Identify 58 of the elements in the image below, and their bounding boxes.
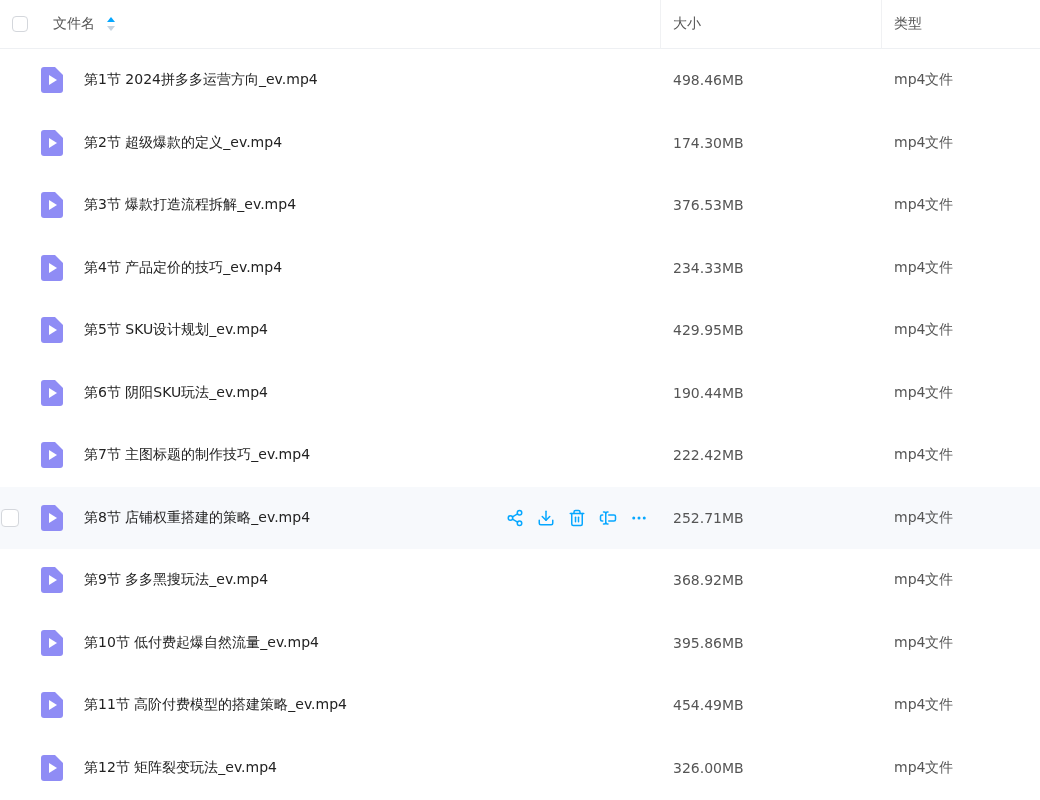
select-all-checkbox[interactable] (12, 16, 28, 32)
file-size: 234.33MB (673, 259, 744, 276)
video-file-icon (41, 67, 63, 94)
file-type: mp4文件 (894, 196, 954, 215)
video-file-icon (41, 754, 63, 781)
file-size: 498.46MB (673, 72, 744, 89)
file-type: mp4文件 (894, 696, 954, 715)
row-checkbox[interactable] (1, 508, 19, 527)
file-type: mp4文件 (894, 446, 954, 465)
file-type: mp4文件 (894, 508, 954, 527)
file-size: 376.53MB (673, 197, 744, 214)
column-header[interactable]: 大小 (673, 15, 701, 33)
file-size: 222.42MB (673, 447, 744, 464)
file-name[interactable]: 第5节 SKU设计规划_ev.mp4 (84, 321, 268, 340)
video-file-icon (41, 192, 63, 219)
video-file-icon (41, 129, 63, 156)
file-size: 174.30MB (673, 134, 744, 151)
file-size: 395.86MB (673, 634, 744, 651)
video-file-icon (41, 504, 63, 531)
file-name[interactable]: 第11节 高阶付费模型的搭建策略_ev.mp4 (84, 696, 347, 715)
file-name[interactable]: 第9节 多多黑搜玩法_ev.mp4 (84, 571, 269, 590)
video-file-icon (41, 442, 63, 469)
file-name[interactable]: 第10节 低付费起爆自然流量_ev.mp4 (84, 633, 319, 652)
file-name[interactable]: 第6节 阴阳SKU玩法_ev.mp4 (84, 383, 268, 402)
column-header[interactable]: 文件名 (53, 15, 95, 33)
file-type: mp4文件 (894, 258, 954, 277)
file-type: mp4文件 (894, 571, 954, 590)
file-name[interactable]: 第2节 超级爆款的定义_ev.mp4 (84, 133, 283, 152)
file-size: 252.71MB (673, 509, 744, 526)
file-name[interactable]: 第4节 产品定价的技巧_ev.mp4 (84, 258, 283, 277)
file-size: 368.92MB (673, 572, 744, 589)
column-header[interactable]: 类型 (894, 15, 922, 33)
file-name[interactable]: 第1节 2024拼多多运营方向_ev.mp4 (84, 71, 318, 90)
file-type: mp4文件 (894, 321, 954, 340)
file-name[interactable]: 第12节 矩阵裂变玩法_ev.mp4 (84, 758, 277, 777)
file-size: 190.44MB (673, 384, 744, 401)
file-type: mp4文件 (894, 133, 954, 152)
video-file-icon (41, 629, 63, 656)
video-file-icon (41, 567, 63, 594)
text-cursor-icon[interactable] (599, 508, 617, 527)
file-name[interactable]: 第8节 店铺权重搭建的策略_ev.mp4 (84, 508, 311, 527)
file-size: 454.49MB (673, 697, 744, 714)
file-name[interactable]: 第7节 主图标题的制作技巧_ev.mp4 (84, 446, 311, 465)
sort-icon[interactable] (107, 17, 115, 31)
video-file-icon (41, 317, 63, 344)
download-icon[interactable] (537, 508, 555, 527)
file-type: mp4文件 (894, 758, 954, 777)
file-size: 429.95MB (673, 322, 744, 339)
file-size: 326.00MB (673, 759, 744, 776)
file-type: mp4文件 (894, 633, 954, 652)
video-file-icon (41, 254, 63, 281)
trash-icon[interactable] (568, 508, 586, 527)
file-name[interactable]: 第3节 爆款打造流程拆解_ev.mp4 (84, 196, 297, 215)
video-file-icon (41, 692, 63, 719)
file-type: mp4文件 (894, 71, 954, 90)
video-file-icon (41, 379, 63, 406)
file-type: mp4文件 (894, 383, 954, 402)
share-icon[interactable] (506, 508, 524, 527)
